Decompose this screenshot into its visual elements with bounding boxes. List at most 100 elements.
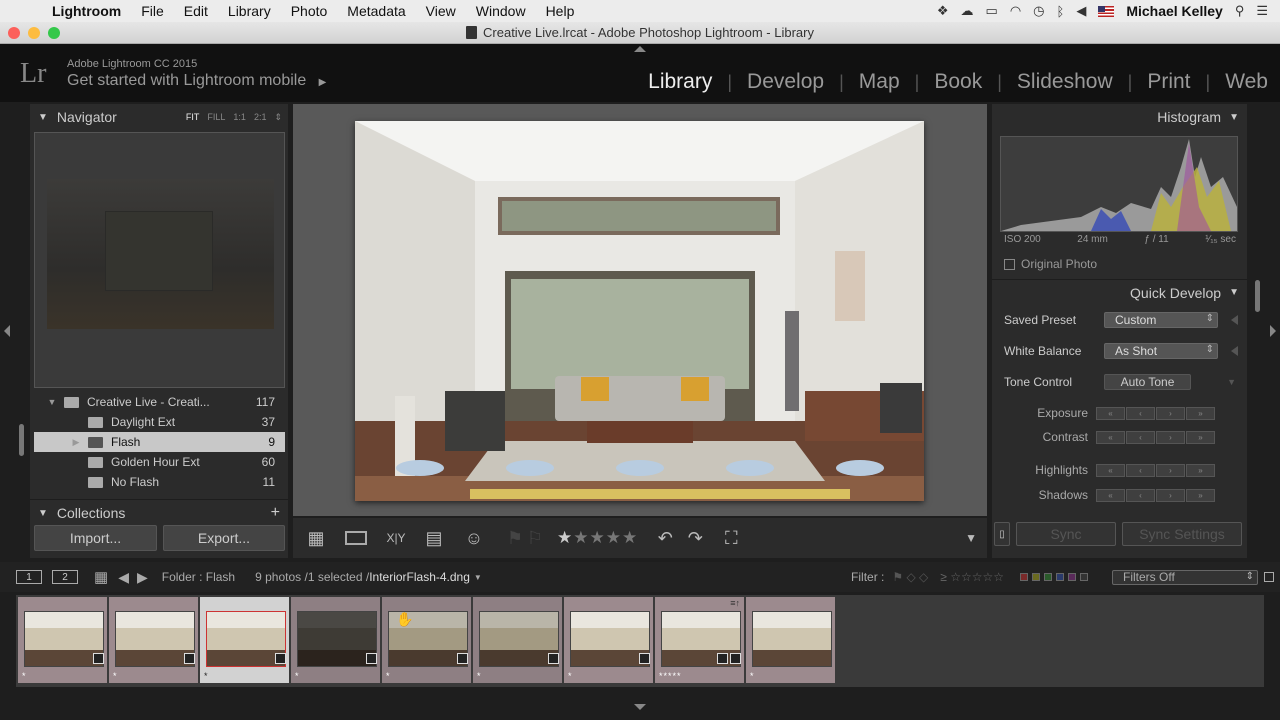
star-icon[interactable]: ★ bbox=[557, 528, 573, 548]
zoom-1-1[interactable]: 1:1 bbox=[233, 112, 246, 123]
decrease-large-button[interactable]: « bbox=[1096, 430, 1125, 444]
filmstrip-cell[interactable]: * bbox=[109, 597, 198, 683]
module-map[interactable]: Map bbox=[859, 70, 900, 94]
filmstrip-cell[interactable]: * bbox=[746, 597, 835, 683]
zoom-more-icon[interactable]: ⇕ bbox=[274, 112, 282, 123]
decrease-large-button[interactable]: « bbox=[1096, 406, 1125, 420]
green-label-filter[interactable] bbox=[1044, 573, 1052, 581]
zoom-window-button[interactable] bbox=[48, 27, 60, 39]
module-book[interactable]: Book bbox=[934, 70, 982, 94]
star-icon[interactable]: ★ bbox=[573, 528, 589, 548]
primary-window-button[interactable]: 1 bbox=[16, 570, 42, 584]
original-photo-checkbox[interactable] bbox=[1004, 258, 1015, 270]
import-button[interactable]: Import... bbox=[34, 525, 157, 551]
menu-help[interactable]: Help bbox=[536, 3, 585, 19]
navigator-header[interactable]: ▼ Navigator FIT FILL 1:1 2:1 ⇕ bbox=[30, 104, 288, 130]
top-panel-toggle-icon[interactable] bbox=[634, 46, 646, 52]
zoom-fill[interactable]: FILL bbox=[207, 112, 225, 123]
decrease-large-button[interactable]: « bbox=[1096, 463, 1125, 477]
increase-large-button[interactable]: » bbox=[1186, 488, 1215, 502]
no-label-filter[interactable] bbox=[1080, 573, 1088, 581]
increase-large-button[interactable]: » bbox=[1186, 406, 1215, 420]
quick-develop-header[interactable]: Quick Develop ▼ bbox=[992, 279, 1247, 305]
module-develop[interactable]: Develop bbox=[747, 70, 824, 94]
module-library[interactable]: Library bbox=[648, 70, 712, 94]
filmstrip-cell[interactable]: * bbox=[473, 597, 562, 683]
menu-view[interactable]: View bbox=[416, 3, 466, 19]
sync-button[interactable]: Sync bbox=[1016, 522, 1116, 546]
grid-view-icon[interactable]: ▦ bbox=[301, 525, 331, 551]
folder-row-selected[interactable]: ▶ Flash 9 bbox=[34, 432, 285, 452]
yellow-label-filter[interactable] bbox=[1032, 573, 1040, 581]
original-photo-toggle[interactable]: Original Photo bbox=[1004, 257, 1097, 271]
auto-tone-button[interactable]: Auto Tone bbox=[1104, 374, 1191, 390]
module-slideshow[interactable]: Slideshow bbox=[1017, 70, 1113, 94]
increase-small-button[interactable]: › bbox=[1156, 430, 1185, 444]
left-panel-toggle-icon[interactable] bbox=[4, 325, 10, 337]
star-icon[interactable]: ★ bbox=[590, 528, 606, 548]
filmstrip-cell-selected[interactable]: * bbox=[200, 597, 289, 683]
filter-lock-icon[interactable] bbox=[1264, 572, 1274, 582]
menu-photo[interactable]: Photo bbox=[281, 3, 338, 19]
navigator-preview[interactable] bbox=[34, 132, 285, 388]
folder-row[interactable]: No Flash 11 bbox=[34, 472, 285, 492]
disclosure-right-icon[interactable]: ▶ bbox=[70, 437, 82, 448]
star-rating[interactable]: ★ ★ ★ ★ ★ bbox=[557, 528, 638, 548]
filmstrip-cell[interactable]: * bbox=[18, 597, 107, 683]
expand-triangle-icon[interactable] bbox=[1231, 346, 1238, 356]
increase-small-button[interactable]: › bbox=[1156, 488, 1185, 502]
main-photo[interactable] bbox=[355, 121, 924, 501]
decrease-small-button[interactable]: ‹ bbox=[1126, 488, 1155, 502]
toolbar-options-chevron-icon[interactable]: ▼ bbox=[965, 525, 977, 551]
dropbox-icon[interactable]: ❖ bbox=[937, 3, 949, 19]
user-name[interactable]: Michael Kelley bbox=[1126, 3, 1223, 19]
loupe-view-icon[interactable] bbox=[341, 525, 371, 551]
filmstrip-cell[interactable]: ✋ * bbox=[382, 597, 471, 683]
rating-filter-icon[interactable]: ≥ ☆☆☆☆☆ bbox=[940, 570, 1004, 584]
expand-triangle-icon[interactable] bbox=[1231, 315, 1238, 325]
right-panel-scrollbar[interactable] bbox=[1255, 280, 1260, 312]
notification-center-icon[interactable]: ☰ bbox=[1256, 3, 1268, 19]
sync-settings-button[interactable]: Sync Settings bbox=[1122, 522, 1242, 546]
histogram-graph[interactable] bbox=[1000, 136, 1238, 232]
filmstrip-toggle-icon[interactable] bbox=[634, 704, 646, 710]
right-panel-toggle-icon[interactable] bbox=[1270, 325, 1276, 337]
bluetooth-icon[interactable]: ᛒ bbox=[1057, 4, 1065, 19]
spotlight-search-icon[interactable]: ⚲ bbox=[1235, 3, 1245, 19]
menu-app[interactable]: Lightroom bbox=[44, 3, 131, 19]
wifi-icon[interactable]: ◠ bbox=[1010, 3, 1021, 19]
secondary-window-button[interactable]: 2 bbox=[52, 570, 78, 584]
disclosure-down-icon[interactable]: ▼ bbox=[46, 397, 58, 407]
flag-filter-icon[interactable]: ⚑ ◇ ◇ bbox=[892, 570, 928, 584]
decrease-small-button[interactable]: ‹ bbox=[1126, 463, 1155, 477]
volume-icon[interactable]: ◀ bbox=[1076, 3, 1086, 19]
decrease-large-button[interactable]: « bbox=[1096, 488, 1125, 502]
folder-row[interactable]: ▼ Creative Live - Creati... 117 bbox=[34, 392, 285, 412]
module-print[interactable]: Print bbox=[1147, 70, 1190, 94]
blue-label-filter[interactable] bbox=[1056, 573, 1064, 581]
star-icon[interactable]: ★ bbox=[622, 528, 638, 548]
collapse-triangle-icon[interactable]: ▼ bbox=[1227, 377, 1236, 387]
close-window-button[interactable] bbox=[8, 27, 20, 39]
filename-dropdown-icon[interactable]: ▼ bbox=[474, 573, 482, 582]
filter-preset-dropdown[interactable]: Filters Off bbox=[1112, 569, 1258, 585]
menu-file[interactable]: File bbox=[131, 3, 174, 19]
menu-metadata[interactable]: Metadata bbox=[337, 3, 415, 19]
white-balance-dropdown[interactable]: As Shot bbox=[1104, 343, 1218, 359]
people-view-icon[interactable]: ☺ bbox=[459, 525, 489, 551]
mobile-promo[interactable]: Get started with Lightroom mobile ▶ bbox=[67, 72, 326, 90]
sync-toggle-switch[interactable]: ▯ bbox=[994, 522, 1010, 546]
time-machine-icon[interactable]: ◷ bbox=[1033, 3, 1044, 19]
decrease-small-button[interactable]: ‹ bbox=[1126, 430, 1155, 444]
menu-window[interactable]: Window bbox=[466, 3, 536, 19]
filmstrip-cell[interactable]: ≡↑ ***** bbox=[655, 597, 744, 683]
menu-edit[interactable]: Edit bbox=[174, 3, 218, 19]
increase-large-button[interactable]: » bbox=[1186, 430, 1215, 444]
purple-label-filter[interactable] bbox=[1068, 573, 1076, 581]
zoom-2-1[interactable]: 2:1 bbox=[254, 112, 267, 123]
saved-preset-dropdown[interactable]: Custom bbox=[1104, 312, 1218, 328]
filmstrip-cell[interactable]: * bbox=[291, 597, 380, 683]
increase-small-button[interactable]: › bbox=[1156, 463, 1185, 477]
pick-flag-icon[interactable]: ⚑ bbox=[505, 525, 525, 551]
add-collection-icon[interactable]: + bbox=[271, 504, 288, 522]
